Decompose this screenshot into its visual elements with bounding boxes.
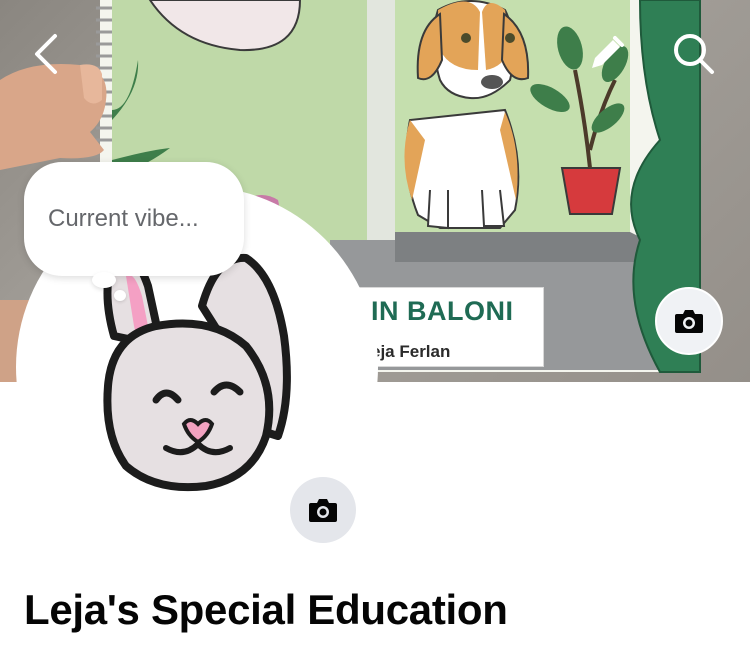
camera-icon <box>309 499 337 522</box>
search-button[interactable] <box>668 28 720 80</box>
edit-button[interactable] <box>580 28 632 80</box>
page-name: Leja's Special Education <box>24 586 508 633</box>
bubble-tail-large <box>92 272 116 288</box>
back-button[interactable] <box>20 28 72 80</box>
pencil-icon <box>592 36 624 68</box>
book-author: eja Ferlan <box>371 342 451 361</box>
status-bubble[interactable]: Current vibe... <box>24 162 244 276</box>
bubble-tail-small <box>114 290 126 301</box>
book-title: IN BALONI <box>371 296 514 326</box>
book-title-card: IN BALONI eja Ferlan <box>350 287 544 367</box>
search-icon <box>674 34 714 74</box>
edit-cover-photo-button[interactable] <box>655 287 723 355</box>
status-placeholder: Current vibe... <box>48 205 199 232</box>
edit-profile-picture-button[interactable] <box>290 477 356 543</box>
chevron-left-icon <box>35 34 57 74</box>
camera-icon <box>675 310 703 333</box>
